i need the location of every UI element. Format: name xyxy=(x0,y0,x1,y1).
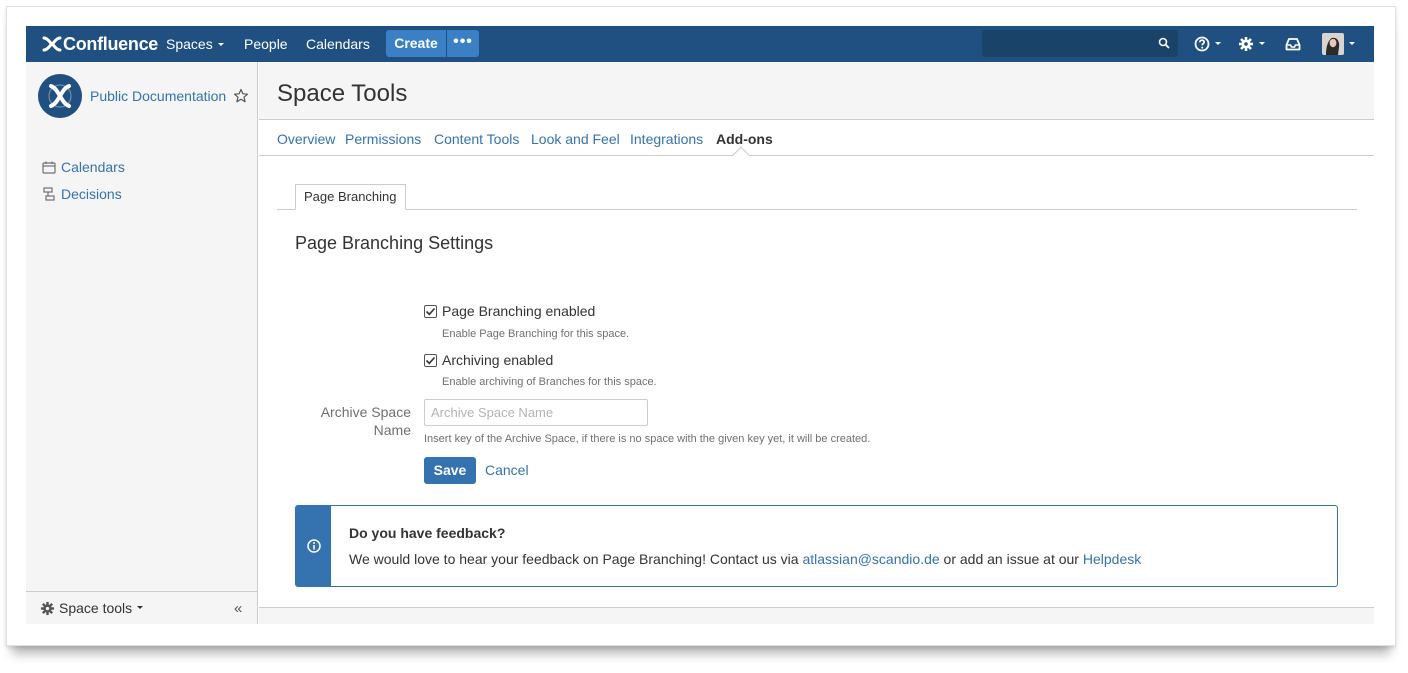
space-logo-icon xyxy=(48,84,72,108)
page-header: Space Tools xyxy=(259,62,1374,120)
space-tools-button[interactable]: Space tools xyxy=(40,600,144,616)
gear-icon xyxy=(1239,37,1253,51)
collapse-sidebar-icon[interactable]: « xyxy=(234,600,242,617)
page-branching-checkbox[interactable] xyxy=(424,304,437,318)
confluence-logo[interactable]: Confluence xyxy=(42,32,158,56)
nav-spaces[interactable]: Spaces xyxy=(166,26,224,62)
user-menu[interactable] xyxy=(1322,26,1355,62)
sidebar-item-label: Decisions xyxy=(61,186,122,202)
chevron-down-icon xyxy=(1259,41,1265,45)
settings-menu[interactable] xyxy=(1238,26,1265,62)
space-name-link[interactable]: Public Documentation xyxy=(90,88,226,104)
nav-calendars[interactable]: Calendars xyxy=(306,26,370,62)
feedback-text-before: We would love to hear your feedback on P… xyxy=(349,551,803,567)
create-more-button[interactable]: ••• xyxy=(447,30,479,57)
archive-space-name-input[interactable] xyxy=(424,399,648,426)
space-sidebar: Public Documentation Calendars Decisions xyxy=(26,62,258,624)
nav-spaces-label: Spaces xyxy=(166,36,213,52)
star-icon[interactable] xyxy=(233,88,249,104)
help-menu[interactable] xyxy=(1194,26,1221,62)
space-tools-tabs: Overview Permissions Content Tools Look … xyxy=(259,121,1374,164)
tab-permissions[interactable]: Permissions xyxy=(345,131,421,147)
section-title: Page Branching Settings xyxy=(295,233,494,253)
tab-add-ons[interactable]: Add-ons xyxy=(716,131,773,147)
space-tools-label: Space tools xyxy=(59,600,133,616)
checkmark-icon xyxy=(425,356,436,364)
option-page-branching-enabled: Page Branching enabled xyxy=(424,303,595,319)
page-title: Space Tools xyxy=(277,80,408,107)
gear-icon xyxy=(40,601,55,615)
chevron-down-icon xyxy=(1349,41,1355,45)
help-icon xyxy=(1194,36,1210,52)
inbox-icon xyxy=(1285,38,1301,51)
confluence-logo-text: Confluence xyxy=(63,33,159,54)
top-navigation-bar: Confluence Spaces People Calendars Creat… xyxy=(26,26,1374,62)
feedback-message: Do you have feedback? We would love to h… xyxy=(295,505,1338,587)
chevron-down-icon xyxy=(137,605,144,609)
sidebar-item-label: Calendars xyxy=(61,159,125,175)
sidebar-footer: Space tools « xyxy=(26,591,257,624)
page-footer xyxy=(259,608,1374,624)
info-icon xyxy=(306,539,321,553)
nav-calendars-label: Calendars xyxy=(306,36,370,52)
confluence-logo-icon xyxy=(42,36,62,52)
subtabs-divider xyxy=(277,209,1357,210)
sidebar-item-calendars[interactable]: Calendars xyxy=(42,159,125,175)
archiving-help: Enable archiving of Branches for this sp… xyxy=(442,376,657,388)
archive-space-name-help: Insert key of the Archive Space, if ther… xyxy=(424,433,871,445)
tab-overview[interactable]: Overview xyxy=(277,131,335,147)
archive-space-name-label: Archive Space Name xyxy=(320,404,411,438)
confluence-window: Confluence Spaces People Calendars Creat… xyxy=(26,26,1374,624)
search-icon[interactable] xyxy=(1158,37,1170,49)
space-avatar[interactable] xyxy=(38,74,82,118)
tab-content-tools[interactable]: Content Tools xyxy=(434,131,519,147)
notifications-button[interactable] xyxy=(1285,26,1301,62)
feedback-text-middle: or add an issue at our xyxy=(939,551,1083,567)
nav-people[interactable]: People xyxy=(244,26,288,62)
nav-people-label: People xyxy=(244,36,288,52)
option-archiving-enabled: Archiving enabled xyxy=(424,352,553,368)
user-avatar xyxy=(1322,33,1344,55)
subtab-page-branching[interactable]: Page Branching xyxy=(295,184,406,210)
create-button[interactable]: Create xyxy=(386,30,446,57)
chevron-down-icon xyxy=(217,42,224,46)
archiving-label[interactable]: Archiving enabled xyxy=(442,352,553,368)
page-branching-help: Enable Page Branching for this space. xyxy=(442,328,630,340)
cancel-link[interactable]: Cancel xyxy=(485,462,529,478)
tab-look-and-feel[interactable]: Look and Feel xyxy=(531,131,620,147)
checkmark-icon xyxy=(425,307,436,315)
helpdesk-link[interactable]: Helpdesk xyxy=(1083,551,1141,567)
search-box xyxy=(982,30,1178,57)
archiving-checkbox[interactable] xyxy=(424,353,437,367)
search-input[interactable] xyxy=(982,30,1152,57)
decisions-icon xyxy=(43,187,55,201)
tab-integrations[interactable]: Integrations xyxy=(630,131,703,147)
main-content: Page Branching Page Branching Settings P… xyxy=(259,157,1374,624)
feedback-text: We would love to hear your feedback on P… xyxy=(349,551,1141,567)
page-branching-label[interactable]: Page Branching enabled xyxy=(442,303,595,319)
chevron-down-icon xyxy=(1215,41,1221,45)
sidebar-item-decisions[interactable]: Decisions xyxy=(42,186,122,202)
feedback-title: Do you have feedback? xyxy=(349,525,506,541)
feedback-email-link[interactable]: atlassian@scandio.de xyxy=(802,551,939,567)
info-bar xyxy=(296,506,331,586)
save-button[interactable]: Save xyxy=(424,457,476,484)
calendar-icon xyxy=(42,161,56,174)
